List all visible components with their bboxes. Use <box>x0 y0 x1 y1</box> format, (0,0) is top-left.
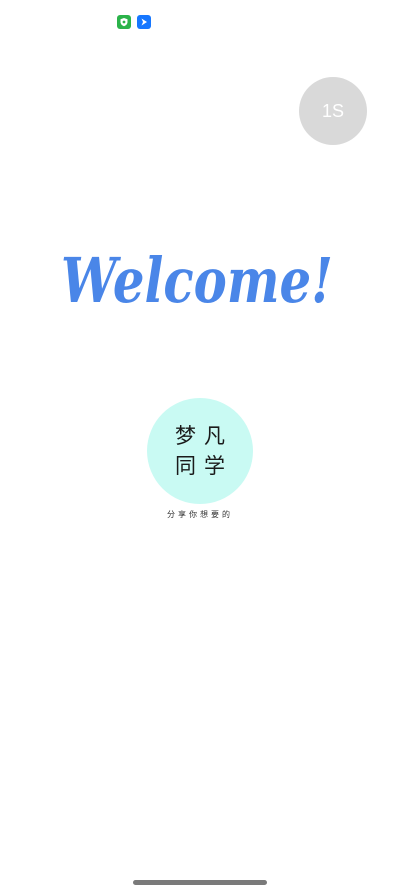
app-logo: 梦凡 同学 <box>147 398 253 504</box>
navigation-arrow-icon <box>137 15 151 29</box>
countdown-label: 1S <box>321 100 345 121</box>
shield-icon <box>117 15 131 29</box>
welcome-title: Welcome! <box>61 244 333 317</box>
skip-countdown-button[interactable]: 1S <box>299 77 367 145</box>
status-bar-icons <box>117 15 151 29</box>
gesture-home-bar[interactable] <box>133 880 267 885</box>
splash-screen: 1S Welcome! 梦凡 同学 分享你想要的 <box>0 0 400 893</box>
welcome-text: Welcome! <box>61 244 333 317</box>
logo-line-2: 同学 <box>175 454 233 478</box>
logo-line-1: 梦凡 <box>175 424 233 448</box>
app-tagline: 分享你想要的 <box>167 510 233 519</box>
